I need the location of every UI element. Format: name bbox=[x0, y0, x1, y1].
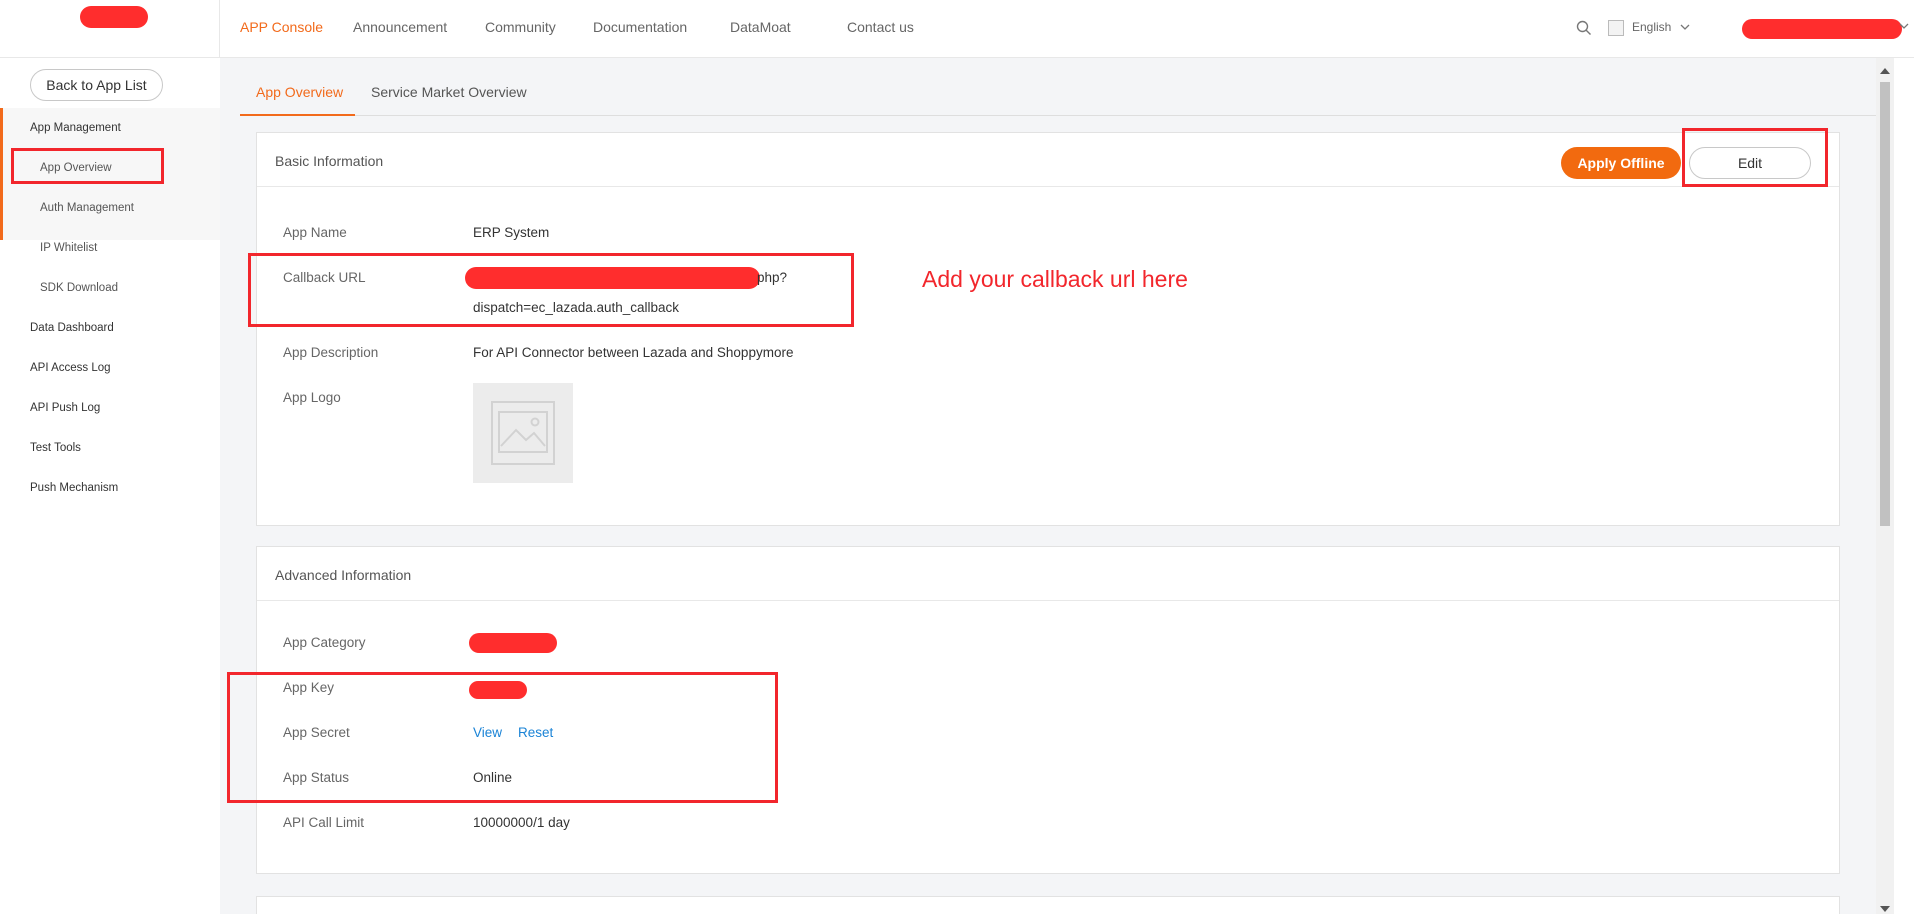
scroll-down-icon[interactable] bbox=[1880, 906, 1890, 912]
basic-information-card: Basic Information Apply Offline Edit App… bbox=[256, 132, 1840, 526]
sidebar-item-app-overview[interactable]: App Overview bbox=[40, 162, 112, 174]
sidebar-item-api-access-log[interactable]: API Access Log bbox=[30, 362, 111, 374]
sidebar-item-ip-whitelist[interactable]: IP Whitelist bbox=[40, 242, 97, 254]
redacted-user-account[interactable] bbox=[1742, 19, 1902, 39]
card-header: Advanced Information bbox=[257, 547, 1839, 601]
edit-button[interactable]: Edit bbox=[1689, 147, 1811, 179]
sidebar-item-data-dashboard[interactable]: Data Dashboard bbox=[30, 322, 114, 334]
chevron-down-icon[interactable] bbox=[1678, 20, 1692, 34]
app-description-label: App Description bbox=[283, 345, 379, 360]
nav-datamoat[interactable]: DataMoat bbox=[730, 19, 791, 35]
app-status-value: Online bbox=[473, 770, 513, 785]
apply-offline-button[interactable]: Apply Offline bbox=[1561, 147, 1681, 179]
sidebar-item-sdk-download[interactable]: SDK Download bbox=[40, 282, 118, 294]
redacted-app-key bbox=[469, 681, 527, 699]
app-name-value: ERP System bbox=[473, 225, 550, 240]
app-logo-placeholder bbox=[473, 383, 573, 483]
callback-annotation-text: Add your callback url here bbox=[922, 266, 1188, 292]
tab-bar: App Overview Service Market Overview bbox=[240, 58, 1876, 116]
sidebar-item-app-management[interactable]: App Management bbox=[30, 122, 121, 134]
back-to-app-list-button[interactable]: Back to App List bbox=[30, 69, 163, 101]
app-category-label: App Category bbox=[283, 635, 366, 650]
api-call-limit-value: 10000000/1 day bbox=[473, 815, 570, 830]
logo-area bbox=[0, 0, 220, 58]
page-scrollbar[interactable] bbox=[1876, 58, 1894, 914]
sidebar-item-push-mechanism[interactable]: Push Mechanism bbox=[30, 482, 118, 494]
card-header: Basic Information Apply Offline Edit bbox=[257, 133, 1839, 187]
api-call-limit-label: API Call Limit bbox=[283, 815, 365, 830]
redacted-logo bbox=[80, 6, 148, 28]
callback-url-line2: dispatch=ec_lazada.auth_callback bbox=[473, 300, 680, 315]
sidebar-item-api-push-log[interactable]: API Push Log bbox=[30, 402, 100, 414]
search-icon[interactable] bbox=[1576, 20, 1592, 36]
app-description-value: For API Connector between Lazada and Sho… bbox=[473, 345, 794, 360]
card-title: Basic Information bbox=[275, 153, 384, 169]
app-secret-label: App Secret bbox=[283, 725, 350, 740]
main-content: App Overview Service Market Overview Bas… bbox=[220, 58, 1894, 914]
nav-contact-us[interactable]: Contact us bbox=[847, 19, 914, 35]
view-secret-link[interactable]: View bbox=[473, 725, 502, 740]
nav-documentation[interactable]: Documentation bbox=[593, 19, 687, 35]
redacted-callback-url bbox=[465, 267, 760, 289]
callback-url-label: Callback URL bbox=[283, 270, 366, 285]
nav-announcement[interactable]: Announcement bbox=[353, 19, 447, 35]
reset-secret-link[interactable]: Reset bbox=[518, 725, 553, 740]
card-title: Advanced Information bbox=[275, 567, 412, 583]
scroll-up-icon[interactable] bbox=[1880, 68, 1890, 74]
app-name-label: App Name bbox=[283, 225, 347, 240]
app-key-label: App Key bbox=[283, 680, 335, 695]
tab-app-overview[interactable]: App Overview bbox=[256, 84, 343, 100]
language-selector[interactable]: English bbox=[1632, 20, 1671, 34]
sidebar-item-auth-management[interactable]: Auth Management bbox=[40, 202, 134, 214]
app-logo-label: App Logo bbox=[283, 390, 341, 405]
nav-app-console[interactable]: APP Console bbox=[240, 19, 323, 35]
scroll-thumb[interactable] bbox=[1880, 82, 1890, 526]
language-flag-icon bbox=[1608, 20, 1624, 36]
sidebar: Back to App List App Management App Over… bbox=[0, 58, 220, 914]
callback-url-tail: php? bbox=[757, 270, 788, 285]
redacted-app-category bbox=[469, 633, 557, 653]
advanced-information-card: Advanced Information App Category App Ke… bbox=[256, 546, 1840, 874]
user-chevron-down-icon[interactable] bbox=[1898, 20, 1910, 32]
nav-community[interactable]: Community bbox=[485, 19, 556, 35]
next-card bbox=[256, 896, 1840, 914]
image-placeholder-icon bbox=[491, 401, 555, 465]
active-tab-indicator bbox=[240, 114, 355, 116]
tab-service-market-overview[interactable]: Service Market Overview bbox=[371, 84, 527, 100]
sidebar-item-test-tools[interactable]: Test Tools bbox=[30, 442, 81, 454]
app-status-label: App Status bbox=[283, 770, 350, 785]
top-navigation-bar: APP Console Announcement Community Docum… bbox=[0, 0, 1914, 58]
